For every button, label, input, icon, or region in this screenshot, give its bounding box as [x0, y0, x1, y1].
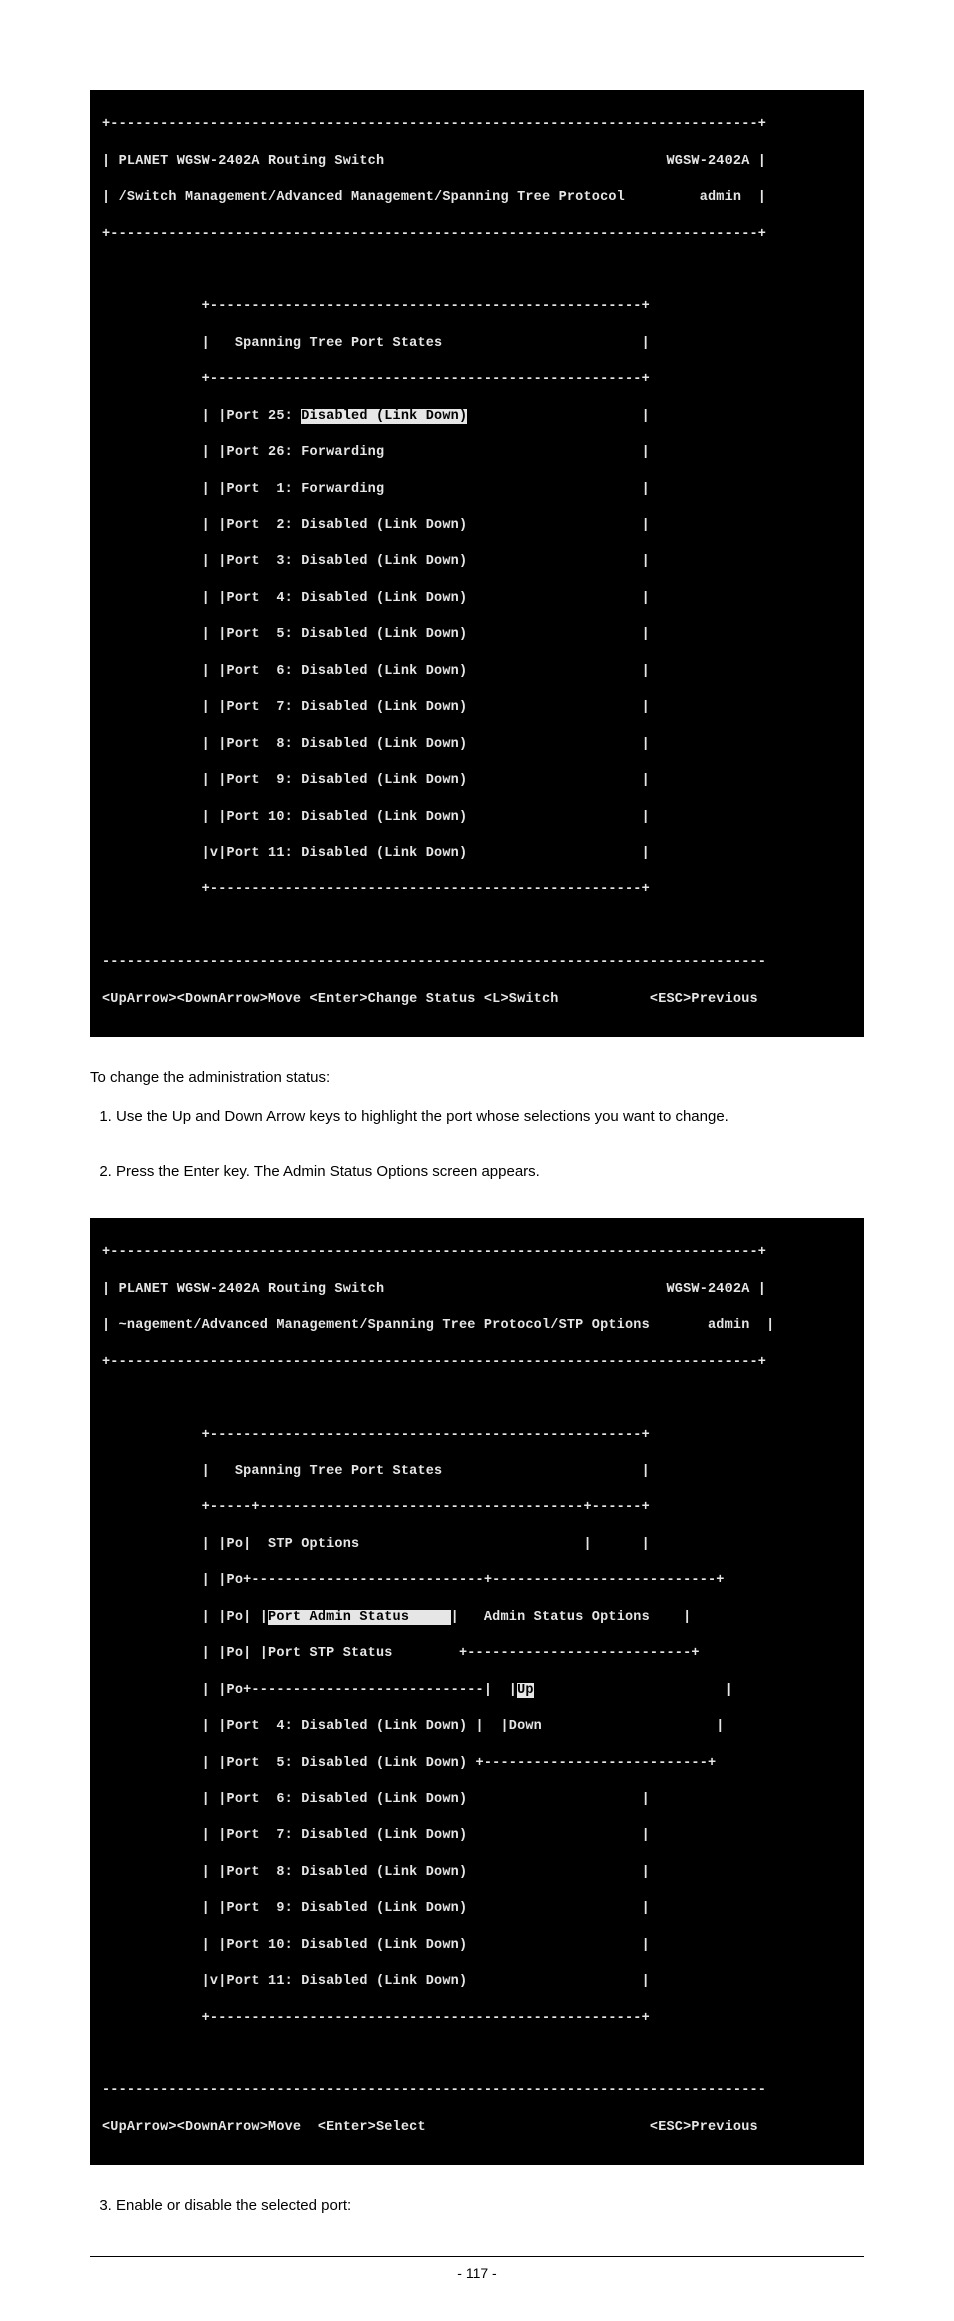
term2-title: | PLANET WGSW-2402A Routing Switch WGSW-…: [102, 1281, 852, 1299]
term2-rule2: +---------------------------------------…: [102, 1354, 852, 1372]
term2-admin-prefix: | |Po| |: [102, 1610, 268, 1625]
instruction-list-2: Enable or disable the selected port:: [90, 2195, 864, 2216]
term1-footer: <UpArrow><DownArrow>Move <Enter>Change S…: [102, 991, 852, 1009]
term2-mid-div: | |Po+----------------------------| |Up …: [102, 1682, 852, 1700]
term1-port25-prefix: | |Port 25:: [102, 409, 301, 424]
term1-box-bot: +---------------------------------------…: [102, 881, 852, 899]
term2-rule-top: +---------------------------------------…: [102, 1244, 852, 1262]
term2-middiv-prefix: | |Po+----------------------------| |: [102, 1683, 517, 1698]
term2-box-title: | Spanning Tree Port States |: [102, 1463, 852, 1481]
term2-port4: | |Port 4: Disabled (Link Down) | |Down …: [102, 1718, 852, 1736]
term1-port26: | |Port 26: Forwarding |: [102, 444, 852, 462]
term1-port25-highlight: Disabled (Link Down): [301, 409, 467, 424]
term2-port5: | |Port 5: Disabled (Link Down) +-------…: [102, 1755, 852, 1773]
term2-admin-highlight: Port Admin Status: [268, 1610, 451, 1625]
term1-port25-suffix: |: [467, 409, 650, 424]
term2-port8: | |Port 8: Disabled (Link Down) |: [102, 1864, 852, 1882]
term2-footer: <UpArrow><DownArrow>Move <Enter>Select <…: [102, 2119, 852, 2137]
instruction-step-2: Press the Enter key. The Admin Status Op…: [116, 1161, 864, 1182]
term2-up-option-highlight: Up: [517, 1683, 534, 1698]
term2-box-top: +---------------------------------------…: [102, 1427, 852, 1445]
instruction-step-1: Use the Up and Down Arrow keys to highli…: [116, 1106, 864, 1127]
term1-blank: [102, 262, 852, 280]
term1-port11: |v|Port 11: Disabled (Link Down) |: [102, 845, 852, 863]
term1-port1: | |Port 1: Forwarding |: [102, 481, 852, 499]
term1-port2: | |Port 2: Disabled (Link Down) |: [102, 517, 852, 535]
term2-breadcrumb: | ~nagement/Advanced Management/Spanning…: [102, 1317, 852, 1335]
term2-stp-status-row: | |Po| |Port STP Status +---------------…: [102, 1645, 852, 1663]
term1-title: | PLANET WGSW-2402A Routing Switch WGSW-…: [102, 153, 852, 171]
intro-paragraph: To change the administration status:: [90, 1067, 864, 1088]
term2-port11: |v|Port 11: Disabled (Link Down) |: [102, 1973, 852, 1991]
term2-box-bot: +---------------------------------------…: [102, 2010, 852, 2028]
term2-port9: | |Port 9: Disabled (Link Down) |: [102, 1900, 852, 1918]
term2-box-sub: +-----+---------------------------------…: [102, 1499, 852, 1517]
instruction-step-3: Enable or disable the selected port:: [116, 2195, 864, 2216]
term2-admin-suffix: | Admin Status Options |: [451, 1610, 692, 1625]
term1-rule2: +---------------------------------------…: [102, 226, 852, 244]
term1-blank2: [102, 918, 852, 936]
terminal-screenshot-2: +---------------------------------------…: [90, 1218, 864, 2165]
term1-rule3: ----------------------------------------…: [102, 954, 852, 972]
term2-rule3: ----------------------------------------…: [102, 2082, 852, 2100]
term1-breadcrumb: | /Switch Management/Advanced Management…: [102, 189, 852, 207]
term1-port4: | |Port 4: Disabled (Link Down) |: [102, 590, 852, 608]
term2-middiv-suffix: |: [534, 1683, 733, 1698]
terminal-screenshot-1: +---------------------------------------…: [90, 90, 864, 1037]
term2-blank2: [102, 2046, 852, 2064]
term2-port6: | |Port 6: Disabled (Link Down) |: [102, 1791, 852, 1809]
term2-port10: | |Port 10: Disabled (Link Down) |: [102, 1937, 852, 1955]
term1-port6: | |Port 6: Disabled (Link Down) |: [102, 663, 852, 681]
term1-port3: | |Port 3: Disabled (Link Down) |: [102, 553, 852, 571]
term2-admin-status-row: | |Po| |Port Admin Status | Admin Status…: [102, 1609, 852, 1627]
term1-port9: | |Port 9: Disabled (Link Down) |: [102, 772, 852, 790]
term1-box-title: | Spanning Tree Port States |: [102, 335, 852, 353]
term1-port25: | |Port 25: Disabled (Link Down) |: [102, 408, 852, 426]
instruction-list-1: Use the Up and Down Arrow keys to highli…: [90, 1106, 864, 1182]
term2-stp-div: | |Po+----------------------------+-----…: [102, 1572, 852, 1590]
term1-box-mid: +---------------------------------------…: [102, 371, 852, 389]
term2-blank: [102, 1390, 852, 1408]
page-number: - 117 -: [90, 2256, 864, 2281]
term1-port8: | |Port 8: Disabled (Link Down) |: [102, 736, 852, 754]
term1-port7: | |Port 7: Disabled (Link Down) |: [102, 699, 852, 717]
term2-port7: | |Port 7: Disabled (Link Down) |: [102, 1827, 852, 1845]
term1-rule-top: +---------------------------------------…: [102, 116, 852, 134]
term2-stp-header: | |Po| STP Options | |: [102, 1536, 852, 1554]
term1-box-top: +---------------------------------------…: [102, 298, 852, 316]
term1-port10: | |Port 10: Disabled (Link Down) |: [102, 809, 852, 827]
term1-port5: | |Port 5: Disabled (Link Down) |: [102, 626, 852, 644]
